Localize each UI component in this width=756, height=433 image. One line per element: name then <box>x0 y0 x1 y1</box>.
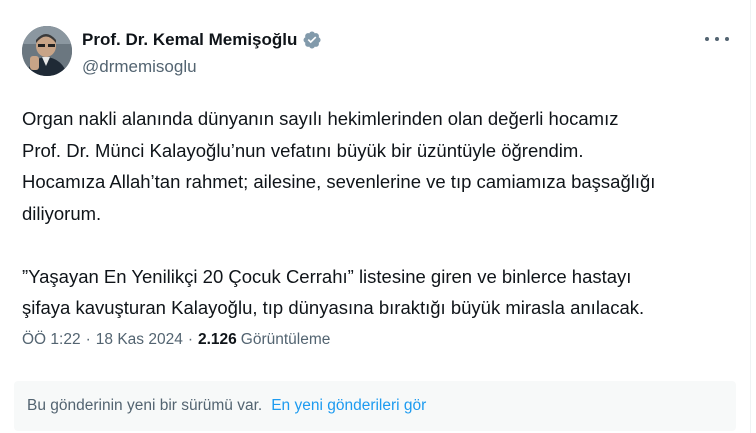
tweet-card: Prof. Dr. Kemal Memişoğlu @drmemisoglu O… <box>0 0 751 433</box>
notice-text: Bu gönderinin yeni bir sürümü var. <box>27 397 263 414</box>
profile-photo <box>22 26 72 76</box>
meta-separator: · <box>187 331 193 348</box>
author-name[interactable]: Prof. Dr. Kemal Memişoğlu <box>82 30 297 50</box>
author-name-row[interactable]: Prof. Dr. Kemal Memişoğlu <box>82 30 322 50</box>
tweet-paragraph-1: Organ nakli alanında dünyanın sayılı hek… <box>22 108 656 224</box>
tweet-date[interactable]: 18 Kas 2024 <box>96 331 183 349</box>
views-count: 2.126 <box>197 331 237 348</box>
tweet-meta: ÖÖ 1:22 · 18 Kas 2024 · 2.126 Görüntülem… <box>22 331 330 349</box>
see-latest-link[interactable]: En yeni gönderileri gör <box>271 397 426 415</box>
more-options-icon[interactable] <box>705 32 729 46</box>
views-label: Görüntüleme <box>240 331 331 348</box>
tweet-time[interactable]: ÖÖ 1:22 <box>22 331 81 349</box>
verified-badge-icon[interactable] <box>302 30 322 50</box>
author-avatar[interactable] <box>22 26 72 76</box>
meta-separator: · <box>85 331 91 348</box>
tweet-paragraph-2: ”Yaşayan En Yenilikçi 20 Çocuk Cerrahı” … <box>22 265 645 319</box>
tweet-text: Organ nakli alanında dünyanın sayılı hek… <box>22 103 737 324</box>
author-handle[interactable]: @drmemisoglu <box>82 57 197 77</box>
new-version-notice: Bu gönderinin yeni bir sürümü var. En ye… <box>14 381 736 431</box>
dot <box>705 37 709 41</box>
dot <box>715 37 719 41</box>
dot <box>725 37 729 41</box>
